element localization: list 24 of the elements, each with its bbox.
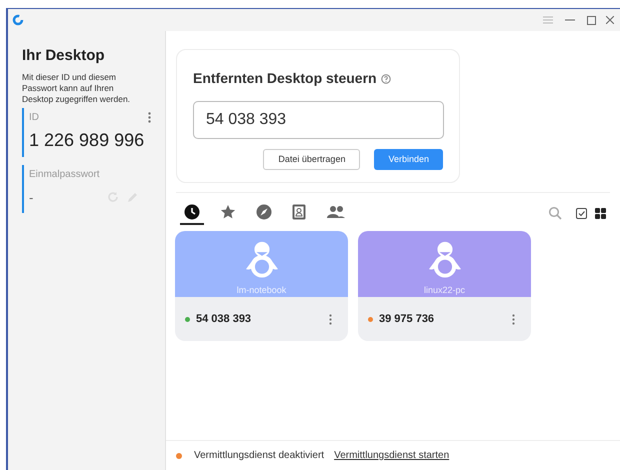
- password-label: Einmalpasswort: [29, 168, 101, 182]
- status-message: Vermittlungsdienst deaktiviert: [194, 449, 324, 463]
- app-logo-icon: [12, 14, 24, 26]
- peer-id: 54 038 393: [196, 312, 252, 327]
- id-value: 1 226 989 996: [29, 128, 146, 152]
- password-value: -: [29, 188, 34, 206]
- hostname-text: lm-notebook: [236, 284, 286, 296]
- hostname-text: linux22-pc: [424, 284, 466, 297]
- peer-id: 39 975 736: [379, 312, 434, 327]
- close-icon[interactable]: [606, 16, 614, 24]
- grid-view-icon[interactable]: [595, 208, 606, 218]
- more-icon[interactable]: [148, 112, 151, 122]
- more-icon[interactable]: [329, 314, 332, 324]
- maximize-icon[interactable]: [587, 16, 596, 24]
- remote-id-field[interactable]: 54 038 393: [193, 101, 444, 139]
- description-text: Mit dieser ID und diesem Passwort kann auf Ihren Desktop zugegriffen werden.: [22, 72, 132, 104]
- help-icon[interactable]: [380, 74, 391, 84]
- more-icon[interactable]: [512, 314, 515, 324]
- checkbox-icon[interactable]: [576, 208, 587, 218]
- sidebar-title: Ihr Desktop: [22, 46, 106, 66]
- transfer-file-button[interactable]: Datei übertragen: [263, 149, 360, 170]
- card-title: Entfernten Desktop steuern: [193, 69, 377, 88]
- start-service-link[interactable]: Vermittlungsdienst starten: [334, 448, 450, 463]
- id-label: ID: [29, 110, 39, 124]
